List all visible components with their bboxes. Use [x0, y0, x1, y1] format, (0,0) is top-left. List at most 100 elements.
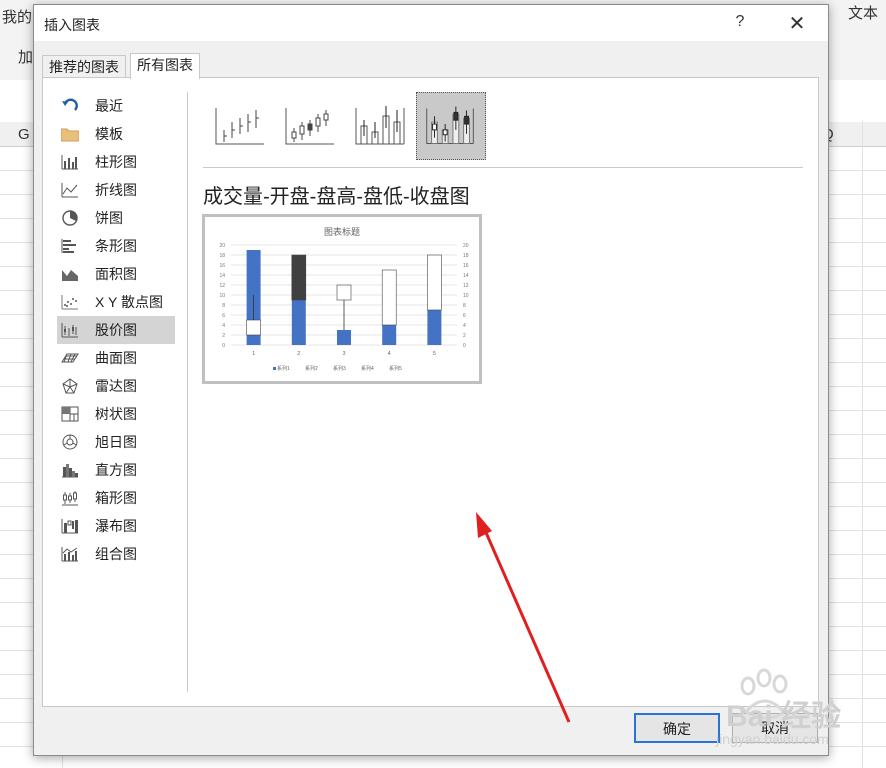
- sidebar-item-column[interactable]: 柱形图: [57, 148, 175, 176]
- preview-x-tick: 1: [252, 351, 255, 357]
- dialog-titlebar[interactable]: 插入图表 ? ✕: [34, 5, 828, 41]
- preview-y-tick-right: 12: [463, 283, 469, 289]
- sunburst-chart-icon: [62, 434, 78, 450]
- preview-y-tick-right: 20: [463, 243, 469, 249]
- preview-legend-swatch: [273, 367, 276, 370]
- watermark-text: Bai 经验: [726, 699, 841, 733]
- vertical-divider: [187, 92, 188, 692]
- preview-candle: [336, 284, 352, 301]
- ribbon-text-right: 文本: [848, 5, 879, 22]
- sidebar-item-bar[interactable]: 条形图: [57, 232, 175, 260]
- preview-y-tick-left: 10: [219, 293, 225, 299]
- sidebar-item-box[interactable]: 箱形图: [57, 484, 175, 512]
- line-chart-icon: [61, 183, 78, 198]
- preview-legend-item: 系列2: [305, 365, 318, 372]
- sidebar-item-label: X Y 散点图: [95, 294, 163, 310]
- sidebar-item-stock[interactable]: 股价图: [57, 316, 175, 344]
- help-button[interactable]: ?: [730, 13, 750, 33]
- preview-legend-item: 系列3: [333, 365, 346, 372]
- preview-y-tick-right: 0: [463, 343, 466, 349]
- sidebar-item-label: 曲面图: [95, 350, 137, 366]
- preview-volume-bar: [427, 310, 442, 345]
- sidebar-item-surface[interactable]: 曲面图: [57, 344, 175, 372]
- preview-y-tick-left: 18: [219, 253, 225, 259]
- preview-candle: [381, 269, 397, 326]
- ribbon-text-left: 我的: [2, 9, 33, 26]
- watermark-logo: Bai 经验 jingyan.baidu.com: [715, 668, 841, 747]
- sidebar-item-treemap[interactable]: 树状图: [57, 400, 175, 428]
- combo-chart-icon: [61, 547, 78, 562]
- sidebar-item-scatter[interactable]: X Y 散点图: [57, 288, 175, 316]
- preview-y-tick-left: 6: [222, 313, 225, 319]
- sidebar-item-label: 条形图: [95, 238, 137, 254]
- preview-y-tick-right: 10: [463, 293, 469, 299]
- dialog-title: 插入图表: [44, 17, 100, 33]
- chart-preview[interactable]: 图表标题 20 20 18 18 16 16 14 14 12 12 10 10 8 8 6 6 4 4 2 2 0 0 1 2…: [202, 214, 482, 384]
- tab-all-charts[interactable]: 所有图表: [130, 53, 200, 79]
- stock-chart-icon: [61, 323, 78, 338]
- preview-y-tick-left: 12: [219, 283, 225, 289]
- box-chart-icon: [62, 491, 78, 506]
- close-button[interactable]: ✕: [784, 11, 810, 35]
- surface-chart-icon: [61, 353, 79, 363]
- preview-y-tick-left: 4: [222, 323, 225, 329]
- preview-y-tick-left: 2: [222, 333, 225, 339]
- preview-y-tick-left: 14: [219, 273, 225, 279]
- preview-candle: [291, 254, 307, 301]
- radar-chart-icon: [62, 378, 78, 394]
- preview-y-tick-right: 16: [463, 263, 469, 269]
- recent-icon: [62, 98, 78, 111]
- subtype-vohlc-stock[interactable]: [416, 92, 486, 160]
- preview-volume-bar: [382, 325, 397, 345]
- chart-panel: 最近 模板 柱形图 折线图 饼图 条形图 面积图 X Y 散点图 股价图 曲面图…: [42, 77, 819, 707]
- sidebar-item-histogram[interactable]: 直方图: [57, 456, 175, 484]
- sidebar-item-label: 组合图: [95, 546, 137, 562]
- sidebar-item-label: 雷达图: [95, 378, 137, 394]
- sidebar-item-sunburst[interactable]: 旭日图: [57, 428, 175, 456]
- sidebar-item-pie[interactable]: 饼图: [57, 204, 175, 232]
- sidebar-item-label: 旭日图: [95, 434, 137, 450]
- chart-type-list: 最近 模板 柱形图 折线图 饼图 条形图 面积图 X Y 散点图 股价图 曲面图…: [57, 92, 175, 568]
- subtype-hlc-stock[interactable]: [206, 92, 276, 160]
- vhlc-stock-icon: [355, 106, 405, 145]
- preview-y-tick-right: 2: [463, 333, 466, 339]
- sidebar-item-area[interactable]: 面积图: [57, 260, 175, 288]
- ohlc-stock-icon: [285, 108, 334, 145]
- preview-legend-item: 系列1: [277, 365, 290, 372]
- waterfall-chart-icon: [61, 519, 78, 534]
- preview-y-tick-right: 14: [463, 273, 469, 279]
- sidebar-item-radar[interactable]: 雷达图: [57, 372, 175, 400]
- preview-chart-title: 图表标题: [324, 226, 360, 237]
- preview-candle: [246, 319, 261, 336]
- sidebar-item-line[interactable]: 折线图: [57, 176, 175, 204]
- preview-legend-item: 系列5: [389, 365, 402, 372]
- sidebar-item-label: 箱形图: [95, 490, 137, 506]
- preview-x-tick: 2: [297, 351, 300, 357]
- preview-candle: [427, 254, 442, 311]
- bar-chart-icon: [61, 239, 76, 253]
- horizontal-divider: [203, 167, 803, 168]
- sidebar-item-combo[interactable]: 组合图: [57, 540, 175, 568]
- preview-y-tick-left: 0: [222, 343, 225, 349]
- sidebar-item-label: 股价图: [95, 322, 137, 338]
- subtype-vhlc-stock[interactable]: [346, 92, 416, 160]
- histogram-chart-icon: [62, 464, 78, 478]
- column-chart-icon: [61, 155, 78, 170]
- sidebar-item-label: 模板: [95, 126, 123, 142]
- sidebar-item-waterfall[interactable]: 瀑布图: [57, 512, 175, 540]
- sidebar-item-label: 树状图: [95, 406, 137, 422]
- preview-y-tick-left: 16: [219, 263, 225, 269]
- selected-chart-name: 成交量-开盘-盘高-盘低-收盘图: [203, 186, 470, 208]
- preview-x-tick: 4: [388, 351, 391, 357]
- sidebar-item-recent[interactable]: 最近: [57, 92, 175, 120]
- ribbon-text-row2: 加: [18, 49, 34, 66]
- preview-y-tick-left: 20: [219, 243, 225, 249]
- pie-chart-icon: [62, 210, 78, 226]
- sidebar-item-label: 饼图: [95, 210, 123, 226]
- sidebar-item-label: 瀑布图: [95, 518, 137, 534]
- column-header-g[interactable]: G: [18, 126, 30, 143]
- sidebar-item-templates[interactable]: 模板: [57, 120, 175, 148]
- tab-recommended-charts[interactable]: 推荐的图表: [42, 55, 126, 78]
- preview-y-tick-left: 8: [222, 303, 225, 309]
- subtype-ohlc-stock[interactable]: [276, 92, 346, 160]
